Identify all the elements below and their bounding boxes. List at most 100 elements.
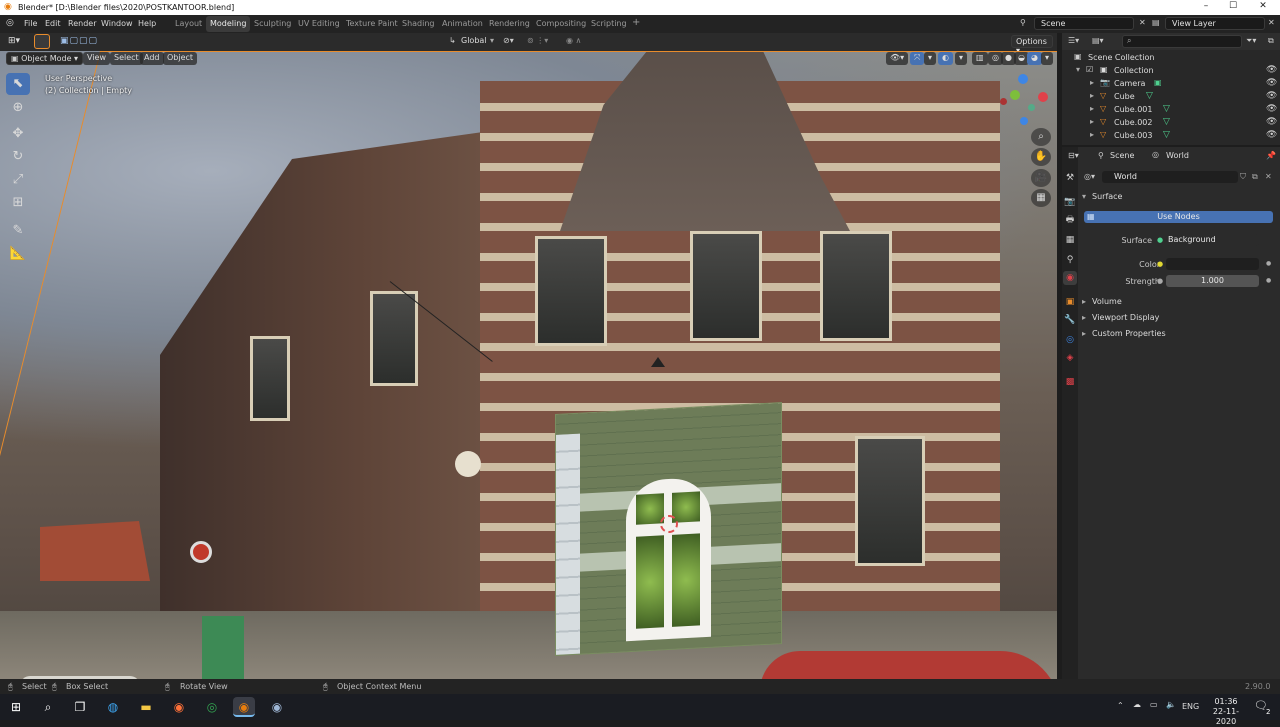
- output-tab-icon[interactable]: 🖶: [1063, 213, 1077, 227]
- maximize-button[interactable]: ☐: [1220, 1, 1246, 11]
- zoom-icon[interactable]: ⌕: [1031, 128, 1051, 146]
- outliner-row-cube[interactable]: ▸ ▽ Cube ▽ 👁: [1062, 91, 1280, 104]
- transform-tool-icon[interactable]: ⊞: [6, 192, 30, 214]
- overlays-dropdown-icon[interactable]: ▾: [955, 52, 968, 65]
- world-name-field[interactable]: World: [1102, 171, 1238, 183]
- volume-panel-header[interactable]: ▸ Volume: [1082, 297, 1122, 306]
- expand-arrow-icon[interactable]: ▸: [1090, 91, 1094, 100]
- blender-taskbar-icon[interactable]: ◉: [233, 697, 255, 717]
- outliner-row-camera[interactable]: ▸ 📷 Camera ▣ 👁: [1062, 78, 1280, 91]
- x-axis-icon[interactable]: [1038, 92, 1048, 102]
- measure-tool-icon[interactable]: 📐: [6, 243, 30, 265]
- selection-mode-icons[interactable]: ▣▢▢▢: [60, 36, 98, 46]
- properties-editor-icon[interactable]: ⊟▾: [1068, 151, 1079, 160]
- expand-arrow-icon[interactable]: ▸: [1090, 117, 1094, 126]
- outliner-editor-icon[interactable]: ☰▾: [1068, 36, 1079, 45]
- y-axis-icon[interactable]: [1010, 90, 1020, 100]
- fake-user-shield-icon[interactable]: ⛉: [1240, 172, 1246, 182]
- outliner-row-cube-003[interactable]: ▸ ▽ Cube.003 ▽ 👁: [1062, 130, 1280, 143]
- neg-x-axis-icon[interactable]: [1000, 98, 1007, 105]
- tool-tab-icon[interactable]: ⚒: [1063, 171, 1077, 185]
- windows-start-icon[interactable]: ⊞: [5, 697, 27, 717]
- close-button[interactable]: ✕: [1250, 1, 1276, 11]
- add-workspace-button[interactable]: +: [628, 16, 644, 32]
- menu-window[interactable]: Window: [101, 19, 133, 28]
- firefox-icon[interactable]: ◉: [168, 697, 190, 717]
- workspace-tab-compositing[interactable]: Compositing: [532, 16, 590, 32]
- file-explorer-icon[interactable]: ▬: [135, 697, 157, 717]
- chrome-icon[interactable]: ◎: [201, 697, 223, 717]
- keyframe-dot-icon[interactable]: ●: [1266, 260, 1271, 267]
- workspace-tab-modeling[interactable]: Modeling: [206, 16, 251, 32]
- minimize-button[interactable]: –: [1193, 1, 1219, 11]
- overlays-toggle-icon[interactable]: ◐: [938, 52, 953, 65]
- outliner-row-cube-002[interactable]: ▸ ▽ Cube.002 ▽ 👁: [1062, 117, 1280, 130]
- options-dropdown[interactable]: Options ▾: [1011, 35, 1053, 55]
- 3d-cursor-icon[interactable]: [660, 515, 678, 533]
- strength-slider[interactable]: 1.000: [1166, 275, 1259, 287]
- shading-dropdown-icon[interactable]: ▾: [1041, 52, 1054, 65]
- scale-tool-icon[interactable]: ⤢: [6, 169, 30, 191]
- duplicate-icon[interactable]: ⧉: [1252, 172, 1258, 182]
- expand-arrow-icon[interactable]: ▸: [1090, 78, 1094, 87]
- new-collection-icon[interactable]: ⧉: [1268, 36, 1274, 46]
- object-tab-icon[interactable]: ▣: [1063, 295, 1077, 309]
- render-tab-icon[interactable]: 📷: [1063, 195, 1077, 209]
- gizmo-dropdown-icon[interactable]: ▾: [924, 52, 937, 65]
- checkbox-icon[interactable]: ☑: [1086, 65, 1093, 74]
- workspace-tab-rendering[interactable]: Rendering: [485, 16, 534, 32]
- 3d-viewport[interactable]: [0, 51, 1057, 679]
- outliner-row-collection[interactable]: ▾ ☑ ▣ Collection 👁: [1062, 65, 1280, 78]
- scene-selector[interactable]: Scene: [1034, 17, 1134, 30]
- workspace-tab-shading[interactable]: Shading: [398, 16, 439, 32]
- strength-socket-icon[interactable]: ●: [1157, 277, 1163, 285]
- select-box-tool-icon[interactable]: ⬉: [6, 73, 30, 95]
- pan-hand-icon[interactable]: ✋: [1031, 148, 1051, 166]
- surface-shader-dropdown[interactable]: Background: [1166, 234, 1259, 246]
- workspace-tab-layout[interactable]: Layout: [171, 16, 206, 32]
- z-axis-icon[interactable]: [1018, 74, 1028, 84]
- viewport-menu-add[interactable]: Add: [140, 52, 164, 65]
- pivot-point-icon[interactable]: ⊘▾: [503, 36, 514, 45]
- eye-icon[interactable]: 👁: [1266, 78, 1277, 88]
- cursor-tool-icon[interactable]: ⊕: [6, 97, 30, 119]
- workspace-tab-scripting[interactable]: Scripting: [587, 16, 631, 32]
- menu-file[interactable]: File: [24, 19, 37, 28]
- eye-icon[interactable]: 👁: [1266, 104, 1277, 114]
- viewport-display-panel-header[interactable]: ▸ Viewport Display: [1082, 313, 1159, 322]
- viewport-menu-select[interactable]: Select: [110, 52, 143, 65]
- world-tab-icon[interactable]: ◉: [1063, 271, 1077, 285]
- eye-icon[interactable]: 👁: [1266, 65, 1277, 75]
- pin-icon[interactable]: 📌: [1266, 151, 1276, 160]
- xray-toggle-icon[interactable]: ▥: [972, 52, 988, 65]
- texture-tab-icon[interactable]: ▩: [1063, 375, 1077, 389]
- gizmo-toggle-icon[interactable]: ⤧: [910, 52, 925, 65]
- clock[interactable]: 01:36 22-11-2020: [1203, 697, 1249, 727]
- expand-arrow-icon[interactable]: ▸: [1090, 130, 1094, 139]
- shading-rendered-icon[interactable]: ◕: [1027, 52, 1042, 65]
- navigation-gizmo[interactable]: [998, 74, 1053, 129]
- visibility-icon[interactable]: 👁▾: [886, 52, 909, 65]
- modifier-tab-icon[interactable]: 🔧: [1063, 313, 1077, 327]
- editor-type-icon[interactable]: ⊞▾: [8, 36, 20, 46]
- unlink-icon[interactable]: ✕: [1265, 172, 1272, 181]
- select-tool-icon[interactable]: [34, 34, 50, 49]
- perspective-toggle-icon[interactable]: ▦: [1031, 189, 1051, 207]
- color-swatch[interactable]: [1166, 258, 1259, 270]
- use-nodes-button[interactable]: ▦ Use Nodes: [1084, 211, 1273, 223]
- blender-secondary-taskbar-icon[interactable]: ◉: [266, 697, 288, 717]
- keyframe-dot-icon[interactable]: ●: [1266, 277, 1271, 284]
- outliner-row-scene-collection[interactable]: ▣ Scene Collection: [1062, 52, 1280, 65]
- workspace-tab-uv-editing[interactable]: UV Editing: [294, 16, 344, 32]
- neg-z-axis-icon[interactable]: [1020, 117, 1028, 125]
- annotate-tool-icon[interactable]: ✎: [6, 220, 30, 242]
- network-icon[interactable]: ▭: [1150, 700, 1158, 709]
- edge-browser-icon[interactable]: ◍: [102, 697, 124, 717]
- workspace-tab-sculpting[interactable]: Sculpting: [250, 16, 295, 32]
- camera-view-icon[interactable]: 🎥: [1031, 169, 1051, 187]
- display-mode-icon[interactable]: ▤▾: [1092, 36, 1104, 45]
- outliner-search-input[interactable]: ⌕: [1122, 35, 1242, 48]
- rotate-tool-icon[interactable]: ↻: [6, 146, 30, 168]
- mode-dropdown[interactable]: ▣ Object Mode ▾: [6, 52, 84, 65]
- move-tool-icon[interactable]: ✥: [6, 123, 30, 145]
